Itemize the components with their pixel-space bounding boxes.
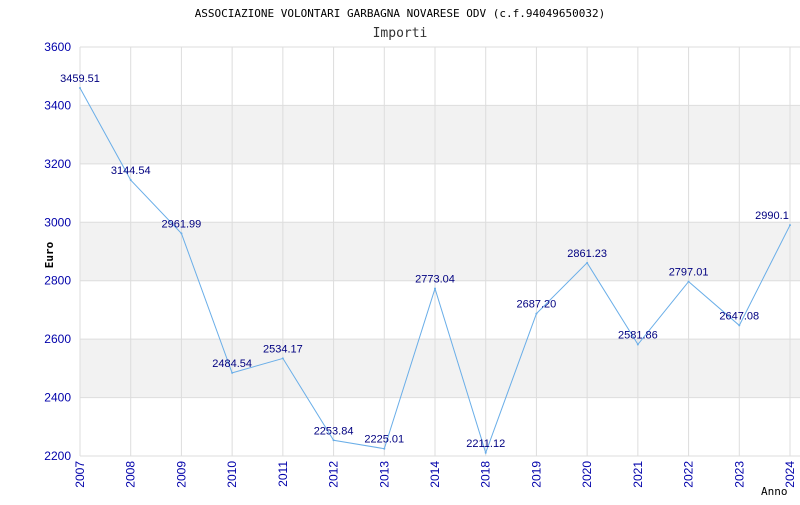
chart-subtitle: Importi xyxy=(373,26,428,41)
data-label: 3459.51 xyxy=(60,73,100,85)
x-tick-label: 2022 xyxy=(682,461,696,488)
x-tick-label: 2024 xyxy=(783,461,797,488)
y-tick-label: 2600 xyxy=(44,332,71,346)
x-tick-label: 2011 xyxy=(276,461,290,487)
data-point xyxy=(434,287,436,290)
y-axis-label: Euro xyxy=(43,241,56,268)
data-label: 2581.86 xyxy=(618,329,658,341)
data-point xyxy=(484,451,487,454)
x-tick-label: 2013 xyxy=(377,461,391,488)
x-tick-label: 2023 xyxy=(732,461,746,488)
data-label: 2861.23 xyxy=(567,248,607,260)
chart-title: ASSOCIAZIONE VOLONTARI GARBAGNA NOVARESE… xyxy=(195,7,606,20)
data-label: 2253.84 xyxy=(314,425,354,437)
y-tick-label: 3400 xyxy=(44,98,71,112)
data-point xyxy=(586,261,589,264)
x-tick-labels: 2007 2008 2009 2010 2011 2012 2013 2014 2018 2019… xyxy=(73,461,797,488)
data-point xyxy=(383,447,386,450)
x-tick-label: 2008 xyxy=(124,461,138,488)
data-label: 2484.54 xyxy=(212,358,252,370)
y-tick-label: 3200 xyxy=(44,157,71,171)
grid-band xyxy=(80,339,800,398)
data-point xyxy=(789,224,791,227)
y-tick-label: 2200 xyxy=(44,449,71,463)
data-point xyxy=(79,87,81,90)
x-tick-label: 2018 xyxy=(479,461,493,488)
data-label: 2211.12 xyxy=(466,438,505,450)
data-label: 2534.17 xyxy=(263,343,303,355)
y-tick-label: 2400 xyxy=(44,391,71,405)
data-label: 3144.54 xyxy=(111,165,151,177)
data-point xyxy=(738,324,741,327)
data-label: 2773.04 xyxy=(415,274,455,286)
data-point xyxy=(281,357,284,360)
data-point xyxy=(636,343,639,346)
data-point xyxy=(231,371,234,374)
x-tick-label: 2012 xyxy=(327,461,341,488)
y-tick-label: 3000 xyxy=(44,215,71,229)
data-point xyxy=(332,439,335,442)
data-label: 2990.1 xyxy=(755,210,789,222)
chart: ASSOCIAZIONE VOLONTARI GARBAGNA NOVARESE… xyxy=(0,0,800,500)
data-label: 2225.01 xyxy=(364,434,404,446)
y-tick-label: 3600 xyxy=(44,40,71,54)
y-tick-label: 2800 xyxy=(44,274,71,288)
grid-band xyxy=(80,105,800,164)
x-tick-label: 2007 xyxy=(73,461,87,488)
data-point xyxy=(535,312,538,315)
x-tick-label: 2020 xyxy=(580,461,594,488)
data-label: 2797.01 xyxy=(669,267,709,279)
x-tick-label: 2021 xyxy=(631,461,645,488)
x-tick-label: 2019 xyxy=(529,461,543,488)
x-tick-label: 2010 xyxy=(225,461,239,488)
x-tick-label: 2014 xyxy=(428,461,442,488)
x-tick-label: 2009 xyxy=(174,461,188,488)
data-point xyxy=(687,280,690,283)
data-label: 2961.99 xyxy=(162,218,202,230)
data-label: 2687.20 xyxy=(517,299,557,311)
data-point xyxy=(180,232,183,235)
data-label: 2647.08 xyxy=(719,310,759,322)
line-chart: ASSOCIAZIONE VOLONTARI GARBAGNA NOVARESE… xyxy=(43,7,800,498)
data-point xyxy=(129,179,132,182)
